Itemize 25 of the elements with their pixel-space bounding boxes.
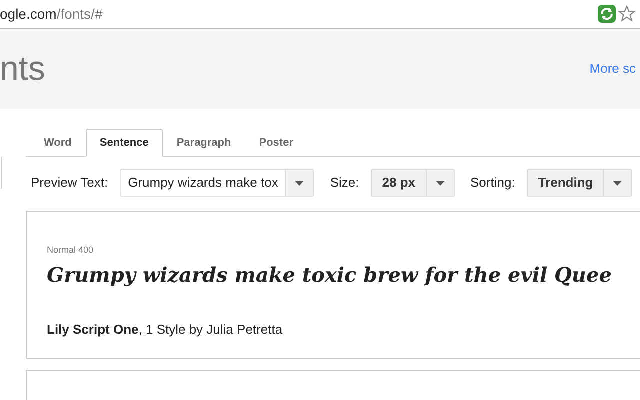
refresh-icon[interactable] <box>598 5 616 23</box>
control-label: Preview Text: <box>31 174 108 192</box>
star-icon[interactable] <box>618 5 636 23</box>
tab[interactable]: Word <box>30 129 86 157</box>
url-text: ogle.com/fonts/# <box>0 4 103 24</box>
field-value: 28 px <box>381 174 416 192</box>
caret-icon <box>295 180 304 186</box>
tab[interactable]: Paragraph <box>162 129 246 157</box>
control-label: Size: <box>330 174 360 192</box>
caret-icon <box>613 180 622 186</box>
tab[interactable]: Poster <box>245 129 308 157</box>
more-link[interactable]: More sc <box>590 59 636 79</box>
address-bar[interactable]: ogle.com/fonts/# <box>0 0 640 29</box>
preview-text-field[interactable]: Grumpy wizards make tox <box>120 169 314 197</box>
field-value: Trending <box>537 174 594 192</box>
style-label: Normal 400 <box>47 244 95 257</box>
font-credit: Lily Script One, 1 Style by Julia Petretta <box>47 320 284 339</box>
tab[interactable]: Sentence <box>86 129 163 157</box>
page-title: nts <box>0 52 46 86</box>
control-label: Sorting: <box>470 174 516 192</box>
caret-icon <box>436 180 444 186</box>
font-sample: Grumpy wizards make toxic brew for the evil Quee <box>47 262 613 288</box>
field-value: Grumpy wizards make tox <box>127 174 280 192</box>
dropdown[interactable]: Trending <box>527 169 632 197</box>
dropdown[interactable]: 28 px <box>371 169 454 197</box>
